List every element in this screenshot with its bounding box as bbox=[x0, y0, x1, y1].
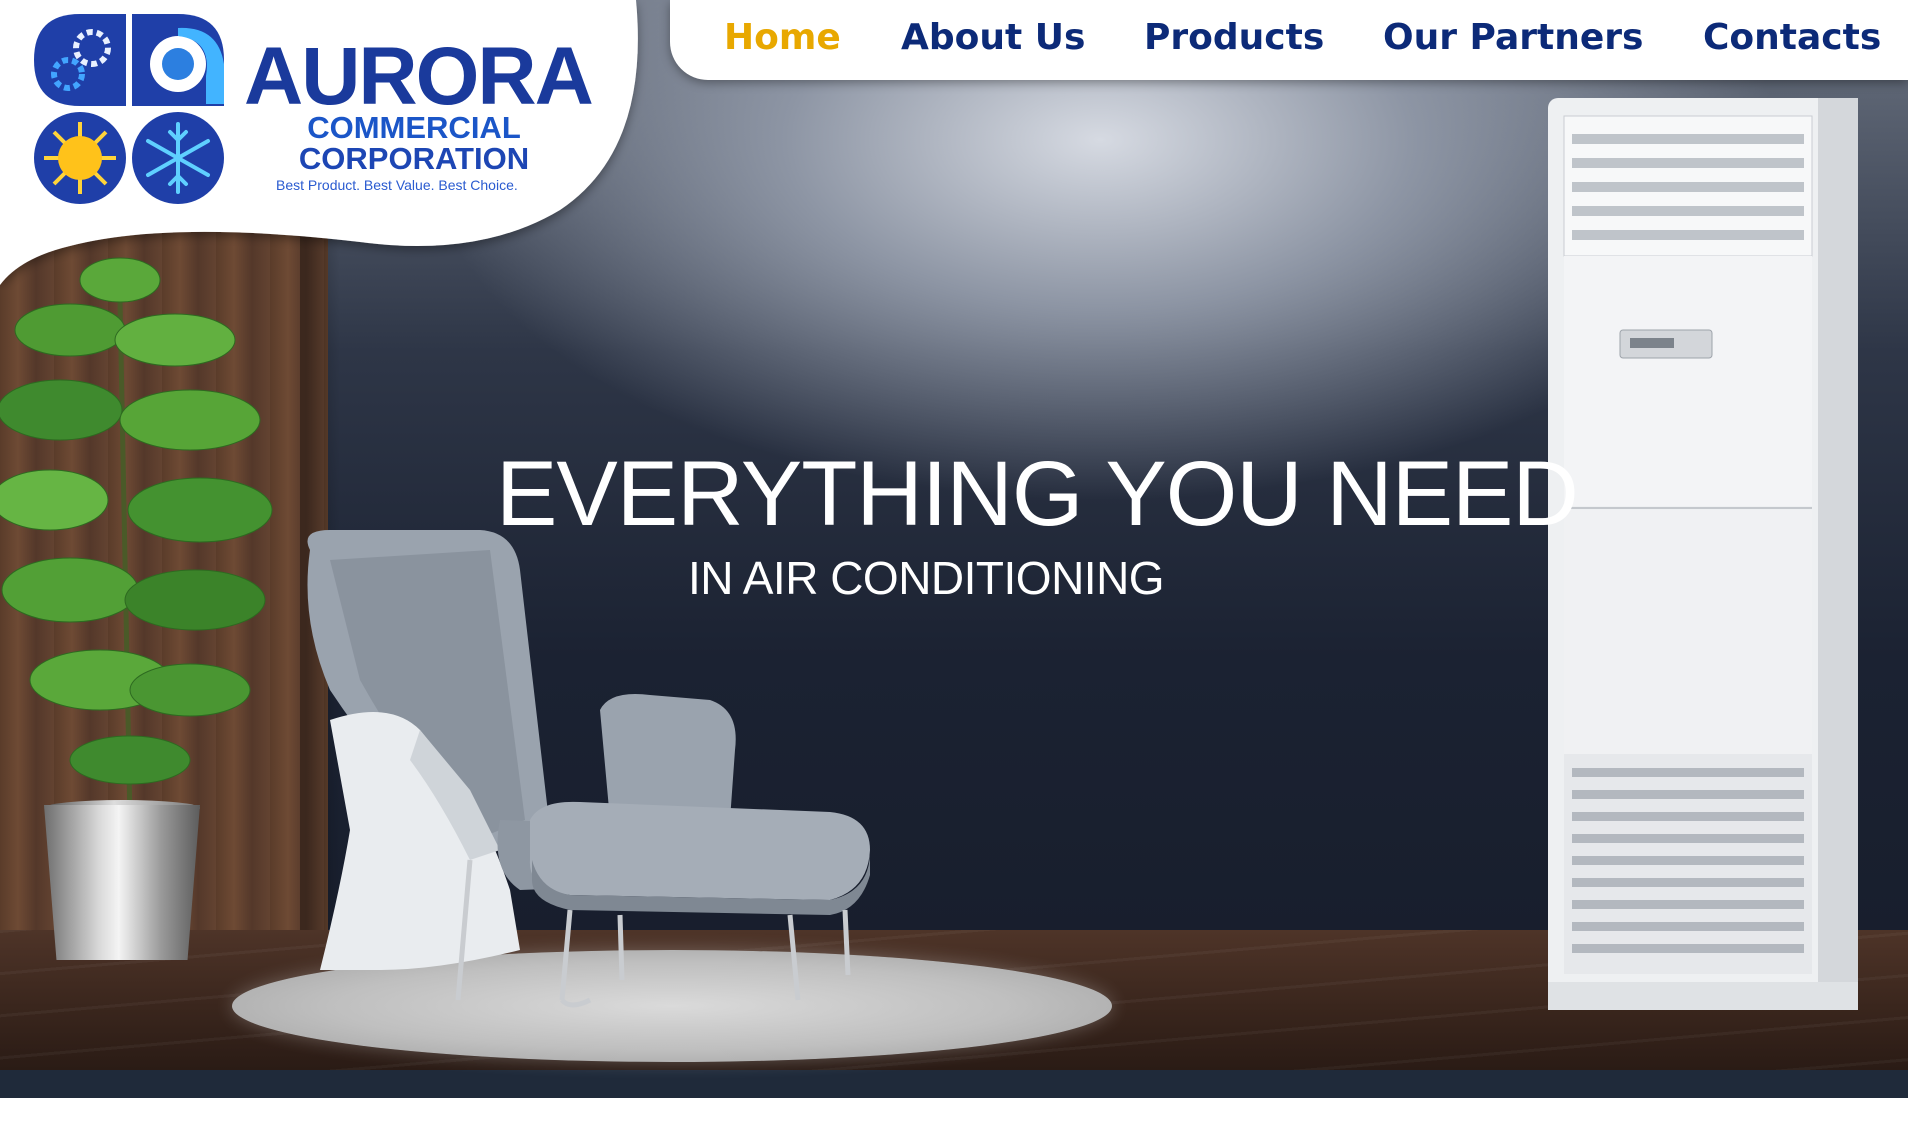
nav-products[interactable]: Products bbox=[1144, 16, 1324, 60]
sun-icon bbox=[34, 112, 126, 204]
hero-bottom-bar bbox=[0, 1070, 1908, 1098]
brand-tagline: Best Product. Best Value. Best Choice. bbox=[276, 177, 518, 193]
brand-line-1: COMMERCIAL bbox=[307, 110, 521, 145]
metal-pot bbox=[44, 805, 200, 960]
gears-icon bbox=[34, 14, 126, 106]
floor-standing-ac-unit-image bbox=[1548, 98, 1858, 1010]
hero-title: EVERYTHING YOU NEED bbox=[496, 443, 1579, 545]
swirl-icon bbox=[132, 14, 224, 106]
brand-line-2: CORPORATION bbox=[298, 141, 530, 176]
snowflake-icon bbox=[132, 112, 224, 204]
nav-our-partners[interactable]: Our Partners bbox=[1383, 16, 1643, 60]
brand-name: AURORA bbox=[244, 31, 594, 122]
potted-plant-image bbox=[0, 257, 273, 820]
logo[interactable]: AURORA COMMERCIAL CORPORATION Best Produ… bbox=[0, 0, 660, 285]
nav-contacts[interactable]: Contacts bbox=[1703, 16, 1881, 60]
hero-subtitle: IN AIR CONDITIONING bbox=[688, 552, 1165, 604]
main-nav: Home About Us Products Our Partners Cont… bbox=[670, 0, 1908, 80]
nav-about-us[interactable]: About Us bbox=[901, 16, 1085, 60]
nav-home[interactable]: Home bbox=[724, 16, 841, 60]
